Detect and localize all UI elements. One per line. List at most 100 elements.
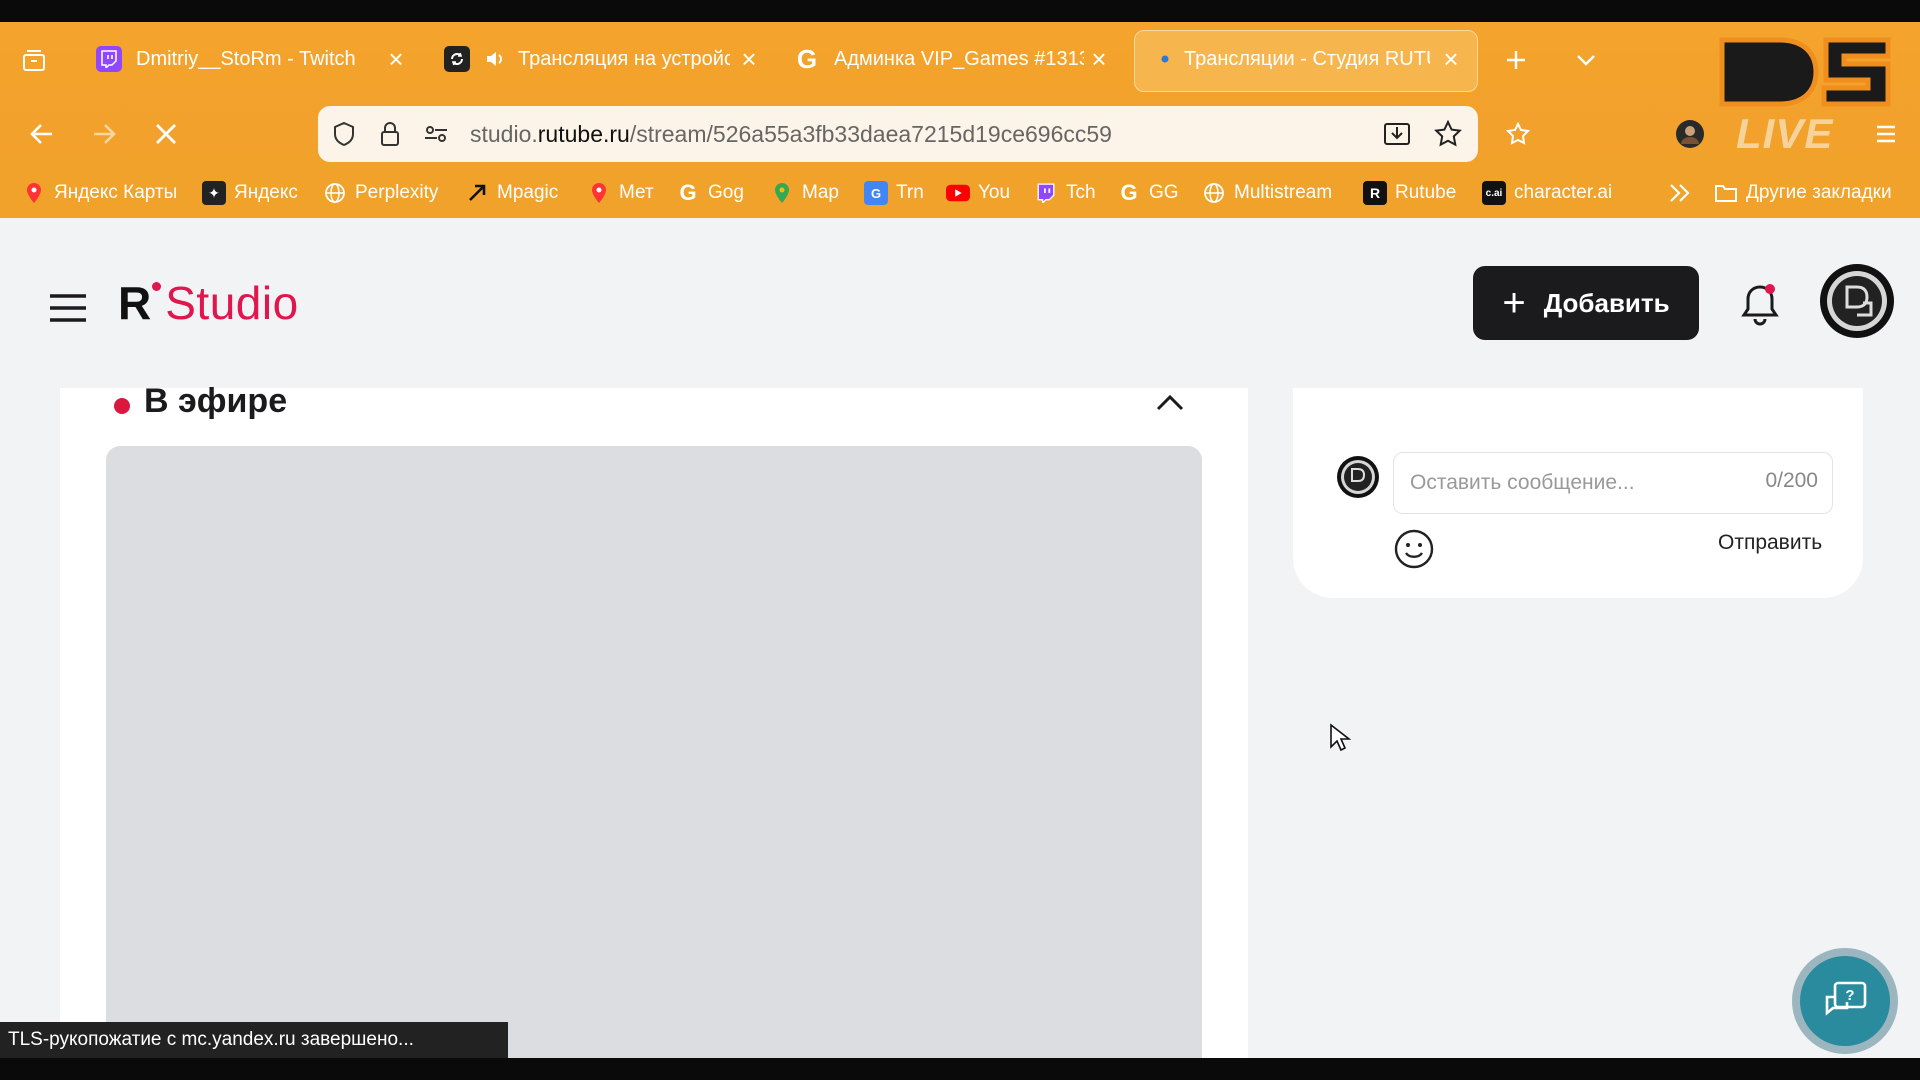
- live-indicator-dot: [114, 398, 130, 414]
- tab-close-icon[interactable]: ×: [734, 34, 764, 84]
- twitch-icon: [1034, 181, 1058, 205]
- add-button[interactable]: + Добавить: [1473, 266, 1699, 340]
- bookmark-trn[interactable]: G Trn: [864, 176, 924, 210]
- live-panel-title: В эфире: [144, 382, 288, 420]
- star-icon: ✦: [202, 181, 226, 205]
- navigation-row: studio.rutube.ru/stream/526a55a3fb33daea…: [0, 100, 1920, 170]
- chat-char-counter: 0/200: [1765, 469, 1818, 492]
- bookmark-label: Мет: [619, 182, 654, 203]
- youtube-icon: [946, 181, 970, 205]
- tab-twitch[interactable]: Dmitriy__StoRm - Twitch: [96, 34, 376, 84]
- tab-close-icon[interactable]: ×: [1084, 34, 1114, 84]
- mouse-cursor: [1328, 722, 1352, 754]
- add-button-label: Добавить: [1543, 287, 1670, 318]
- bookmark-gog[interactable]: G Gog: [676, 176, 744, 210]
- notification-bell-icon[interactable]: [1736, 280, 1784, 328]
- help-chat-button[interactable]: ?: [1792, 948, 1898, 1054]
- url-text[interactable]: studio.rutube.ru/stream/526a55a3fb33daea…: [470, 121, 1112, 148]
- tab-title: Админка VIP_Games #1313: [834, 47, 1084, 70]
- translate-icon: G: [864, 181, 888, 205]
- url-prefix: studio.: [470, 121, 538, 147]
- forward-icon[interactable]: [86, 116, 122, 152]
- send-button[interactable]: Отправить: [1718, 531, 1822, 555]
- address-bar[interactable]: studio.rutube.ru/stream/526a55a3fb33daea…: [318, 106, 1478, 162]
- chat-message-input[interactable]: Оставить сообщение... 0/200: [1393, 452, 1833, 514]
- bookmark-you[interactable]: You: [946, 176, 1010, 210]
- plus-icon: +: [1502, 281, 1526, 325]
- bookmark-multistream[interactable]: Multistream: [1202, 176, 1332, 210]
- bookmark-rutube[interactable]: R Rutube: [1363, 176, 1456, 210]
- rutube-studio-page: R Studio + Добавить В эфире Оставить соо…: [0, 218, 1920, 1058]
- bookmark-mpagic[interactable]: Mpagic: [465, 176, 558, 210]
- browser-status-bar: TLS-рукопожатие с mc.yandex.ru завершено…: [0, 1022, 508, 1058]
- bookmark-label: Multistream: [1234, 182, 1333, 203]
- globe-icon: [1202, 181, 1226, 205]
- tab-close-icon[interactable]: ×: [381, 34, 411, 84]
- bookmark-character-ai[interactable]: c.ai character.ai: [1482, 176, 1612, 210]
- bookmark-label: Trn: [896, 182, 924, 203]
- live-panel: В эфире: [60, 382, 1248, 1058]
- bookmark-label: Яндекс: [234, 182, 298, 203]
- tab-cast[interactable]: Трансляция на устройс: [444, 34, 734, 84]
- tab-title: Трансляция на устройс: [518, 47, 730, 70]
- bookmark-label: Gog: [708, 182, 744, 203]
- bookmark-label: Map: [802, 182, 839, 203]
- bookmark-label: Mpagic: [497, 182, 559, 203]
- tab-strip: Dmitriy__StoRm - Twitch × Трансляция на …: [0, 22, 1920, 100]
- browser-chrome: Dmitriy__StoRm - Twitch × Трансляция на …: [0, 22, 1920, 218]
- maps-icon: [770, 181, 794, 205]
- lock-icon[interactable]: [374, 118, 406, 150]
- hamburger-menu-icon[interactable]: [46, 288, 90, 328]
- top-black-bar: [0, 0, 1920, 22]
- bookmark-label: Rutube: [1395, 182, 1457, 203]
- shield-icon[interactable]: [328, 118, 360, 150]
- map-pin-icon: [587, 181, 611, 205]
- speaker-icon[interactable]: [484, 48, 506, 70]
- emoji-icon[interactable]: [1393, 528, 1435, 570]
- chat-user-avatar: [1335, 454, 1381, 500]
- logo-dot: [152, 282, 162, 291]
- collapse-chevron-icon[interactable]: [1150, 382, 1190, 422]
- logo-r: R: [118, 277, 151, 329]
- help-chat-icon: ?: [1825, 981, 1867, 1016]
- bookmark-yandex-maps[interactable]: Яндекс Карты: [22, 176, 177, 210]
- loading-dot-icon: [1160, 46, 1170, 72]
- bookmark-label: GG: [1149, 182, 1179, 203]
- more-bookmarks-icon[interactable]: [1665, 178, 1695, 208]
- tab-google[interactable]: G Админка VIP_Games #1313: [794, 34, 1084, 84]
- bookmark-star-icon[interactable]: [1432, 118, 1464, 150]
- other-bookmarks-folder[interactable]: Другие закладки: [1714, 176, 1892, 210]
- user-avatar[interactable]: [1818, 262, 1896, 340]
- site-settings-icon[interactable]: [420, 118, 452, 150]
- bookmark-gg[interactable]: G GG: [1117, 176, 1179, 210]
- bookmark-tch[interactable]: Tch: [1034, 176, 1096, 210]
- extensions-icon[interactable]: [1500, 116, 1536, 152]
- cast-icon: [444, 46, 470, 72]
- rstudio-logo[interactable]: R Studio: [118, 276, 299, 330]
- profile-avatar[interactable]: [1674, 118, 1706, 150]
- bookmark-label: Яндекс Карты: [54, 182, 178, 203]
- bookmark-map[interactable]: Map: [770, 176, 839, 210]
- video-player-placeholder[interactable]: [106, 446, 1202, 1058]
- new-tab-icon[interactable]: [1500, 44, 1532, 76]
- tab-rutube-studio[interactable]: Трансляции - Студия RUTU: [1160, 34, 1430, 84]
- svg-text:?: ?: [1845, 987, 1854, 1004]
- bookmark-yandex[interactable]: ✦ Яндекс: [202, 176, 298, 210]
- back-icon[interactable]: [24, 116, 60, 152]
- bookmark-perplexity[interactable]: Perplexity: [323, 176, 438, 210]
- stop-loading-icon[interactable]: [148, 116, 184, 152]
- folder-icon: [1714, 181, 1738, 205]
- cai-icon: c.ai: [1482, 181, 1506, 205]
- tab-title: Трансляции - Студия RUTU: [1184, 47, 1430, 70]
- bookmark-met[interactable]: Мет: [587, 176, 654, 210]
- bookmark-label: Perplexity: [355, 182, 439, 203]
- tab-close-icon[interactable]: ×: [1436, 34, 1466, 84]
- install-app-icon[interactable]: [1380, 118, 1414, 150]
- bookmarks-bar: Яндекс Карты ✦ Яндекс Perplexity Mpagic …: [0, 170, 1920, 218]
- tab-list-chevron-icon[interactable]: [1570, 44, 1602, 76]
- bookmark-label: Tch: [1066, 182, 1096, 203]
- logo-studio-text: Studio: [165, 277, 299, 329]
- url-path: /stream/526a55a3fb33daea7215d19ce696cc59: [629, 121, 1112, 147]
- map-pin-icon: [22, 181, 46, 205]
- tab-overview-icon[interactable]: [18, 44, 50, 76]
